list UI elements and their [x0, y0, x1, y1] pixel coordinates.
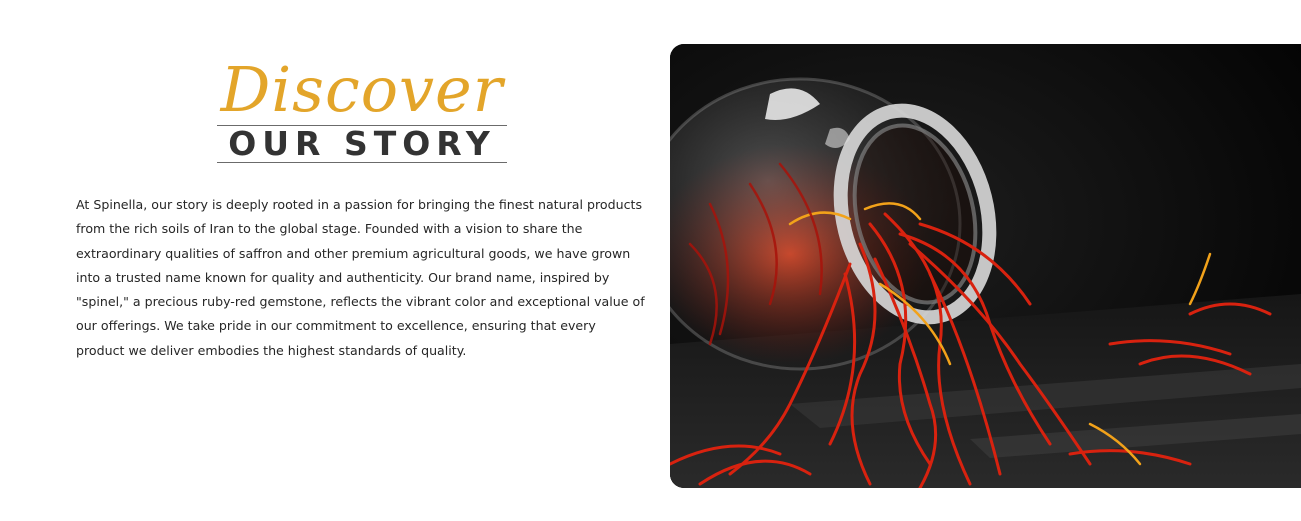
- heading-main-word: OUR STORY: [228, 124, 496, 163]
- our-story-section: Discover OUR STORY At Spinella, our stor…: [0, 0, 1301, 521]
- story-heading: Discover OUR STORY: [217, 50, 507, 165]
- heading-script-word: Discover: [220, 53, 504, 126]
- saffron-jar-photo: [670, 44, 1301, 488]
- heading-divider-bottom: [217, 162, 507, 163]
- story-paragraph: At Spinella, our story is deeply rooted …: [76, 197, 645, 358]
